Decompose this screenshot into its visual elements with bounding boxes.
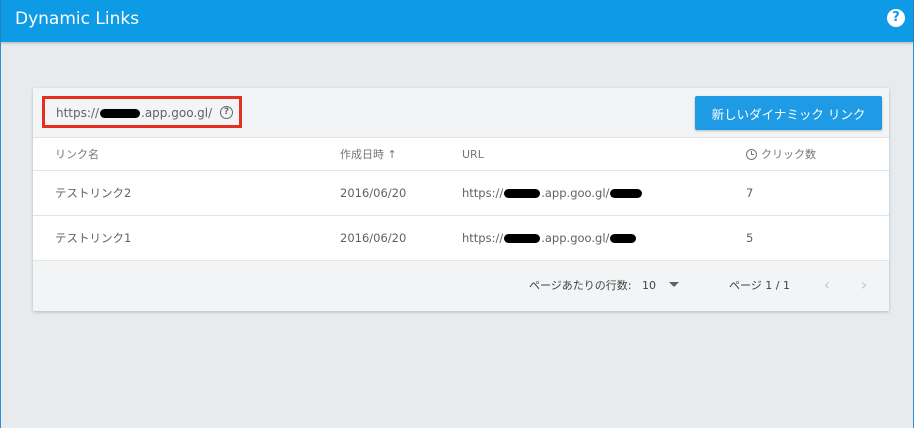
link-clicks: 7 [746, 186, 754, 200]
redacted-block [504, 189, 541, 198]
page-indicator: ページ 1 / 1 [729, 279, 790, 292]
redacted-block [100, 109, 141, 118]
table-row[interactable]: テストリンク2 2016/06/20 https://.app.goo.gl/ … [33, 171, 889, 216]
link-url-prefix: https:// [462, 186, 504, 200]
table-footer: ページあたりの行数: 10 ページ 1 / 1 ‹ › [33, 261, 889, 311]
links-card: https:// .app.goo.gl/ ? 新しいダイナミック リンク リンク… [33, 88, 889, 311]
app-title: Dynamic Links [15, 9, 140, 29]
rows-per-page-select[interactable]: 10 [642, 279, 656, 293]
table-header: リンク名 作成日時 ↑ URL クリック数 [33, 139, 889, 171]
redacted-block [504, 234, 541, 243]
chevron-left-icon[interactable]: ‹ [818, 275, 836, 295]
redacted-block [610, 189, 643, 198]
link-url-domain: .app.goo.gl/ [541, 186, 610, 200]
domain-prefix: https:// [56, 106, 100, 120]
column-header-created-label: 作成日時 [340, 148, 384, 161]
clock-icon [746, 149, 757, 160]
link-name: テストリンク1 [55, 231, 132, 245]
rows-per-page-label: ページあたりの行数: [529, 279, 632, 292]
domain-suffix: .app.goo.gl/ [141, 106, 213, 120]
link-url-domain: .app.goo.gl/ [541, 231, 610, 245]
link-clicks: 5 [746, 231, 754, 245]
link-date: 2016/06/20 [340, 186, 407, 200]
dropdown-arrow-icon[interactable] [669, 282, 679, 287]
link-url: https:// .app.goo.gl/ [462, 186, 643, 200]
link-name: テストリンク2 [55, 186, 132, 200]
redacted-block [610, 234, 637, 243]
column-header-created[interactable]: 作成日時 ↑ [340, 148, 397, 162]
column-header-clicks[interactable]: クリック数 [761, 148, 816, 162]
app-header: Dynamic Links ? [1, 0, 913, 42]
link-url: https:// .app.goo.gl/ [462, 231, 637, 245]
link-date: 2016/06/20 [340, 231, 407, 245]
link-url-prefix: https:// [462, 231, 504, 245]
new-dynamic-link-button[interactable]: 新しいダイナミック リンク [695, 96, 882, 130]
domain-highlight: https:// .app.goo.gl/ ? [42, 96, 242, 128]
column-header-url[interactable]: URL [462, 148, 484, 162]
chevron-right-icon[interactable]: › [855, 275, 873, 295]
help-icon[interactable]: ? [887, 9, 905, 27]
sort-up-icon: ↑ [387, 148, 397, 161]
question-icon[interactable]: ? [220, 106, 233, 119]
domain-url: https:// .app.goo.gl/ [56, 106, 212, 120]
card-header: https:// .app.goo.gl/ ? 新しいダイナミック リンク [33, 88, 889, 138]
table-row[interactable]: テストリンク1 2016/06/20 https://.app.goo.gl/ … [33, 216, 889, 261]
column-header-name[interactable]: リンク名 [55, 148, 99, 162]
